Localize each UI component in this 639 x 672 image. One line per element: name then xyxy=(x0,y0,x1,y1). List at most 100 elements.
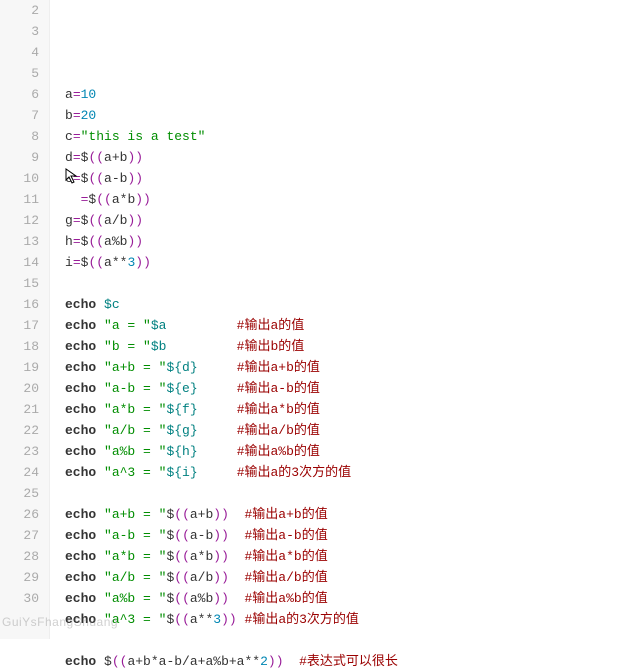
code-token: ${e} xyxy=(166,381,197,396)
code-token: )) xyxy=(127,171,143,186)
code-token: (( xyxy=(88,171,104,186)
line-number-gutter: 2345678910111213141516171819202122232425… xyxy=(0,0,50,639)
code-token: "a-b = " xyxy=(104,381,166,396)
code-token: $c xyxy=(104,297,120,312)
code-line[interactable]: d=$((a+b)) xyxy=(65,147,398,168)
code-token: ${i} xyxy=(166,465,197,480)
code-token: #输出a的3次方的值 xyxy=(245,612,359,627)
code-token: = xyxy=(73,87,81,102)
code-line[interactable]: echo $c xyxy=(65,294,398,315)
code-line[interactable]: =$((a*b)) xyxy=(65,189,398,210)
code-token: echo xyxy=(65,444,96,459)
code-token: #输出b的值 xyxy=(237,339,305,354)
code-token: echo xyxy=(65,612,96,627)
code-line[interactable]: g=$((a/b)) xyxy=(65,210,398,231)
code-line[interactable]: h=$((a%b)) xyxy=(65,231,398,252)
code-token: d xyxy=(65,150,73,165)
code-token: a%b xyxy=(190,591,213,606)
line-number: 7 xyxy=(0,105,39,126)
code-token xyxy=(166,339,236,354)
code-token: echo xyxy=(65,654,96,669)
code-token: (( xyxy=(88,213,104,228)
code-token: a xyxy=(65,87,73,102)
line-number: 16 xyxy=(0,294,39,315)
code-token: ${h} xyxy=(166,444,197,459)
code-token: )) xyxy=(221,612,237,627)
code-line[interactable]: echo "a^3 = "${i} #输出a的3次方的值 xyxy=(65,462,398,483)
code-token xyxy=(65,192,81,207)
code-line[interactable]: echo "a+b = "${d} #输出a+b的值 xyxy=(65,357,398,378)
code-token: #输出a-b的值 xyxy=(245,528,328,543)
code-token: "a/b = " xyxy=(104,423,166,438)
code-line[interactable]: echo "a-b = "$((a-b)) #输出a-b的值 xyxy=(65,525,398,546)
code-token: "a^3 = " xyxy=(104,612,166,627)
code-token: a*b xyxy=(190,549,213,564)
code-area[interactable]: a=10b=20c="this is a test"d=$((a+b))e=$(… xyxy=(50,0,398,639)
code-token: 10 xyxy=(81,87,97,102)
line-number: 30 xyxy=(0,588,39,609)
code-editor[interactable]: 2345678910111213141516171819202122232425… xyxy=(0,0,639,639)
line-number: 2 xyxy=(0,0,39,21)
code-line[interactable]: echo "a = "$a #输出a的值 xyxy=(65,315,398,336)
code-line[interactable]: echo "a/b = "${g} #输出a/b的值 xyxy=(65,420,398,441)
line-number: 17 xyxy=(0,315,39,336)
code-token: "a+b = " xyxy=(104,507,166,522)
code-line[interactable] xyxy=(65,63,398,84)
code-token xyxy=(284,654,300,669)
code-token: = xyxy=(73,129,81,144)
code-line[interactable] xyxy=(65,630,398,651)
code-line[interactable]: echo "a%b = "${h} #输出a%b的值 xyxy=(65,441,398,462)
line-number: 15 xyxy=(0,273,39,294)
code-line[interactable]: b=20 xyxy=(65,105,398,126)
code-line[interactable] xyxy=(65,483,398,504)
code-token: a-b xyxy=(190,528,213,543)
line-number: 23 xyxy=(0,441,39,462)
code-token: = xyxy=(73,234,81,249)
code-token: "a-b = " xyxy=(104,528,166,543)
code-token: #输出a%b的值 xyxy=(245,591,328,606)
code-token xyxy=(237,612,245,627)
line-number: 4 xyxy=(0,42,39,63)
code-token xyxy=(198,423,237,438)
code-token xyxy=(96,339,104,354)
code-line[interactable]: echo "a+b = "$((a+b)) #输出a+b的值 xyxy=(65,504,398,525)
code-line[interactable]: echo "a-b = "${e} #输出a-b的值 xyxy=(65,378,398,399)
code-token: )) xyxy=(127,150,143,165)
code-token: #输出a*b的值 xyxy=(237,402,320,417)
code-line[interactable]: echo "a%b = "$((a%b)) #输出a%b的值 xyxy=(65,588,398,609)
code-token: (( xyxy=(112,654,128,669)
code-token xyxy=(96,549,104,564)
code-line[interactable] xyxy=(65,273,398,294)
code-token xyxy=(96,297,104,312)
code-token: echo xyxy=(65,465,96,480)
code-token: (( xyxy=(88,255,104,270)
code-token xyxy=(198,465,237,480)
line-number: 6 xyxy=(0,84,39,105)
line-number: 8 xyxy=(0,126,39,147)
code-line[interactable]: echo "b = "$b #输出b的值 xyxy=(65,336,398,357)
code-line[interactable]: c="this is a test" xyxy=(65,126,398,147)
line-number: 13 xyxy=(0,231,39,252)
code-token: )) xyxy=(127,213,143,228)
code-token: $ xyxy=(104,654,112,669)
code-token: $b xyxy=(151,339,167,354)
code-token: a/b xyxy=(190,570,213,585)
code-token xyxy=(229,570,245,585)
code-token xyxy=(96,654,104,669)
code-line[interactable]: a=10 xyxy=(65,84,398,105)
line-number: 11 xyxy=(0,189,39,210)
code-line[interactable]: echo "a^3 = "$((a**3)) #输出a的3次方的值 xyxy=(65,609,398,630)
code-token: )) xyxy=(135,192,151,207)
code-line[interactable]: echo "a/b = "$((a/b)) #输出a/b的值 xyxy=(65,567,398,588)
code-line[interactable]: i=$((a**3)) xyxy=(65,252,398,273)
code-token: a%b xyxy=(104,234,127,249)
code-token: #输出a+b的值 xyxy=(245,507,328,522)
code-token: ${d} xyxy=(166,360,197,375)
code-line[interactable]: echo "a*b = "$((a*b)) #输出a*b的值 xyxy=(65,546,398,567)
code-line[interactable]: e=$((a-b)) xyxy=(65,168,398,189)
code-token: a** xyxy=(190,612,213,627)
code-line[interactable]: echo $((a+b*a-b/a+a%b+a**2)) #表达式可以很长 xyxy=(65,651,398,672)
code-line[interactable]: echo "a*b = "${f} #输出a*b的值 xyxy=(65,399,398,420)
code-token xyxy=(229,549,245,564)
code-token xyxy=(96,612,104,627)
